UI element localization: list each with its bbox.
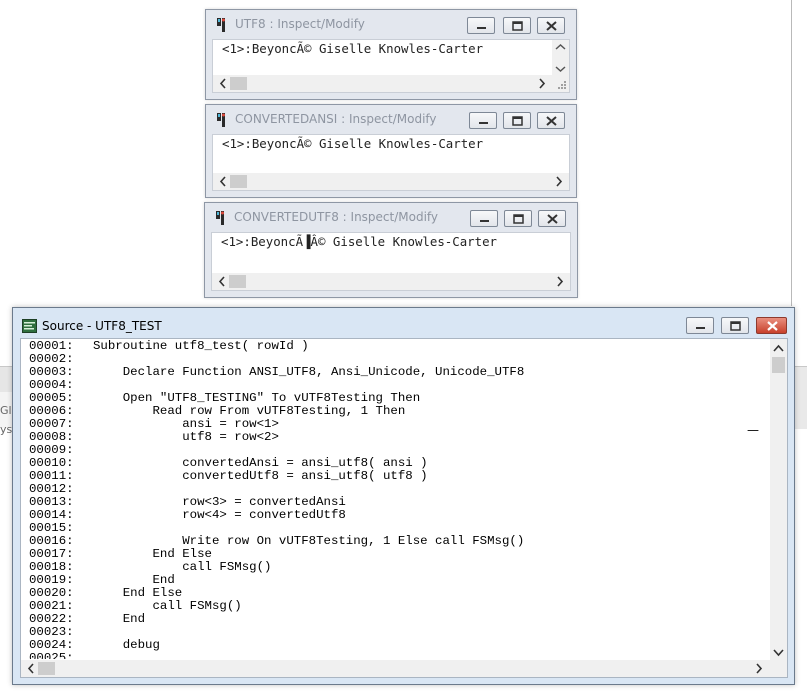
minimize-button[interactable] (686, 317, 714, 334)
code-text[interactable]: utf8 = row<2> (93, 430, 279, 444)
horizontal-scroll-thumb[interactable] (230, 175, 247, 188)
scroll-left-icon[interactable] (26, 660, 36, 677)
inspect-content-area[interactable]: <1>:BeyoncÃ© Giselle Knowles-Carter (212, 134, 570, 191)
code-text[interactable]: row<3> = convertedAnsi (93, 495, 346, 509)
code-text[interactable]: debug (93, 638, 160, 652)
maximize-icon (513, 214, 524, 224)
inspect-content-area[interactable]: <1>:BeyoncÃ▐Â© Giselle Knowles-Carter (211, 232, 571, 291)
horizontal-scroll-thumb[interactable] (230, 77, 247, 90)
minimize-button[interactable] (469, 112, 497, 129)
code-line[interactable]: 00011: convertedUtf8 = ansi_utf8( utf8 ) (29, 470, 428, 483)
inspect-content-area[interactable]: <1>:BeyoncÃ© Giselle Knowles-Carter (212, 39, 570, 93)
horizontal-scroll-thumb[interactable] (38, 662, 55, 675)
source-editor[interactable]: 00001: Subroutine utf8_test( rowId ) 00002… (20, 338, 788, 678)
horizontal-scrollbar[interactable] (21, 660, 771, 677)
code-text[interactable]: row<4> = convertedUtf8 (93, 508, 346, 522)
code-text[interactable]: Subroutine utf8_test( rowId ) (93, 339, 309, 353)
code-text[interactable]: ansi = row<1> (93, 417, 279, 431)
code-text[interactable]: Open "UTF8_TESTING" To vUTF8Testing Then (93, 391, 420, 405)
code-text[interactable]: call FSMsg() (93, 560, 271, 574)
close-button[interactable] (538, 210, 566, 227)
close-icon (547, 214, 558, 224)
code-line[interactable]: 00003: Declare Function ANSI_UTF8, Ansi_… (29, 366, 524, 379)
code-line[interactable]: 00025: (29, 651, 93, 660)
scroll-left-icon[interactable] (218, 75, 228, 92)
vertical-scrollbar[interactable] (770, 339, 787, 661)
scroll-left-icon[interactable] (217, 273, 227, 290)
close-button[interactable] (537, 17, 565, 34)
maximize-icon (512, 116, 523, 126)
resize-grip-icon (558, 81, 566, 89)
window-titlebar[interactable]: CONVERTEDUTF8 : Inspect/Modify (205, 203, 577, 230)
window-title: CONVERTEDANSI : Inspect/Modify (235, 112, 437, 126)
inspect-value[interactable]: <1>:BeyoncÃ© Giselle Knowles-Carter (222, 136, 483, 151)
scroll-right-icon[interactable] (555, 273, 565, 290)
code-text[interactable]: call FSMsg() (93, 599, 241, 613)
code-text[interactable]: convertedUtf8 = ansi_utf8( utf8 ) (93, 469, 427, 483)
code-text[interactable]: End Else (93, 586, 183, 600)
scroll-corner (770, 660, 787, 677)
maximize-icon (512, 21, 523, 31)
code-text[interactable]: End Else (93, 547, 212, 561)
code-text[interactable]: Read row From vUTF8Testing, 1 Then (93, 404, 405, 418)
maximize-button[interactable] (721, 317, 749, 334)
inspect-pin-icon (217, 113, 225, 127)
close-button[interactable] (756, 317, 787, 334)
inspect-value[interactable]: <1>:BeyoncÃ© Giselle Knowles-Carter (222, 41, 483, 56)
background-window-edge (791, 0, 807, 306)
close-icon (546, 21, 557, 31)
code-line[interactable]: 00014: row<4> = convertedUtf8 (29, 509, 346, 522)
window-titlebar[interactable]: CONVERTEDANSI : Inspect/Modify (206, 105, 576, 132)
code-area[interactable]: 00001: Subroutine utf8_test( rowId ) 00002… (21, 339, 771, 660)
scroll-down-icon[interactable] (555, 66, 566, 73)
inspect-window-utf8[interactable]: UTF8 : Inspect/Modify <1>:BeyoncÃ© Gisel… (205, 9, 577, 100)
inspect-value[interactable]: <1>:BeyoncÃ▐Â© Giselle Knowles-Carter (221, 234, 497, 249)
horizontal-scrollbar[interactable] (213, 75, 552, 92)
code-text[interactable]: End (93, 612, 145, 626)
inspect-window-convertedutf8[interactable]: CONVERTEDUTF8 : Inspect/Modify <1>:Beyon… (204, 202, 578, 298)
window-title: Source - UTF8_TEST (42, 319, 162, 333)
vertical-scroll-thumb[interactable] (772, 357, 785, 373)
maximize-icon (730, 321, 741, 331)
maximize-button[interactable] (503, 112, 531, 129)
inspect-window-convertedansi[interactable]: CONVERTEDANSI : Inspect/Modify <1>:Beyon… (205, 104, 577, 198)
inspect-pin-icon (216, 211, 224, 225)
source-window[interactable]: Source - UTF8_TEST 00001: Subroutine utf8… (12, 307, 795, 685)
close-icon (767, 321, 778, 331)
close-icon (546, 116, 557, 126)
close-button[interactable] (537, 112, 565, 129)
code-text[interactable]: Write row On vUTF8Testing, 1 Else call F… (93, 534, 524, 548)
inspect-pin-icon (217, 18, 225, 32)
resize-grip[interactable] (552, 75, 569, 92)
horizontal-scrollbar[interactable] (212, 273, 570, 290)
line-number: 00025: (29, 651, 74, 660)
minimize-button[interactable] (467, 17, 495, 34)
minimize-icon (479, 122, 488, 124)
vertical-scrollbar[interactable] (552, 40, 569, 78)
code-text[interactable]: convertedAnsi = ansi_utf8( ansi ) (93, 456, 427, 470)
background-right-strip (793, 366, 807, 429)
window-title: CONVERTEDUTF8 : Inspect/Modify (234, 210, 439, 224)
scroll-right-icon[interactable] (537, 75, 547, 92)
window-title: UTF8 : Inspect/Modify (235, 17, 365, 31)
scroll-up-icon[interactable] (555, 43, 566, 50)
scroll-left-icon[interactable] (218, 173, 228, 190)
horizontal-scrollbar[interactable] (213, 173, 569, 190)
scroll-right-icon[interactable] (554, 173, 564, 190)
source-window-icon (22, 319, 37, 333)
scroll-up-icon[interactable] (773, 344, 784, 352)
scroll-down-icon[interactable] (773, 649, 784, 657)
minimize-button[interactable] (470, 210, 498, 227)
scroll-right-icon[interactable] (754, 660, 764, 677)
code-text[interactable]: Declare Function ANSI_UTF8, Ansi_Unicode… (93, 365, 525, 379)
maximize-button[interactable] (504, 210, 532, 227)
minimize-icon (477, 27, 486, 29)
window-titlebar[interactable]: UTF8 : Inspect/Modify (206, 10, 576, 37)
minimize-icon (696, 327, 705, 329)
minimize-icon (480, 220, 489, 222)
code-text[interactable]: End (93, 573, 174, 587)
horizontal-scroll-thumb[interactable] (229, 275, 246, 288)
maximize-button[interactable] (503, 17, 531, 34)
cursor-marker: — (747, 423, 759, 437)
